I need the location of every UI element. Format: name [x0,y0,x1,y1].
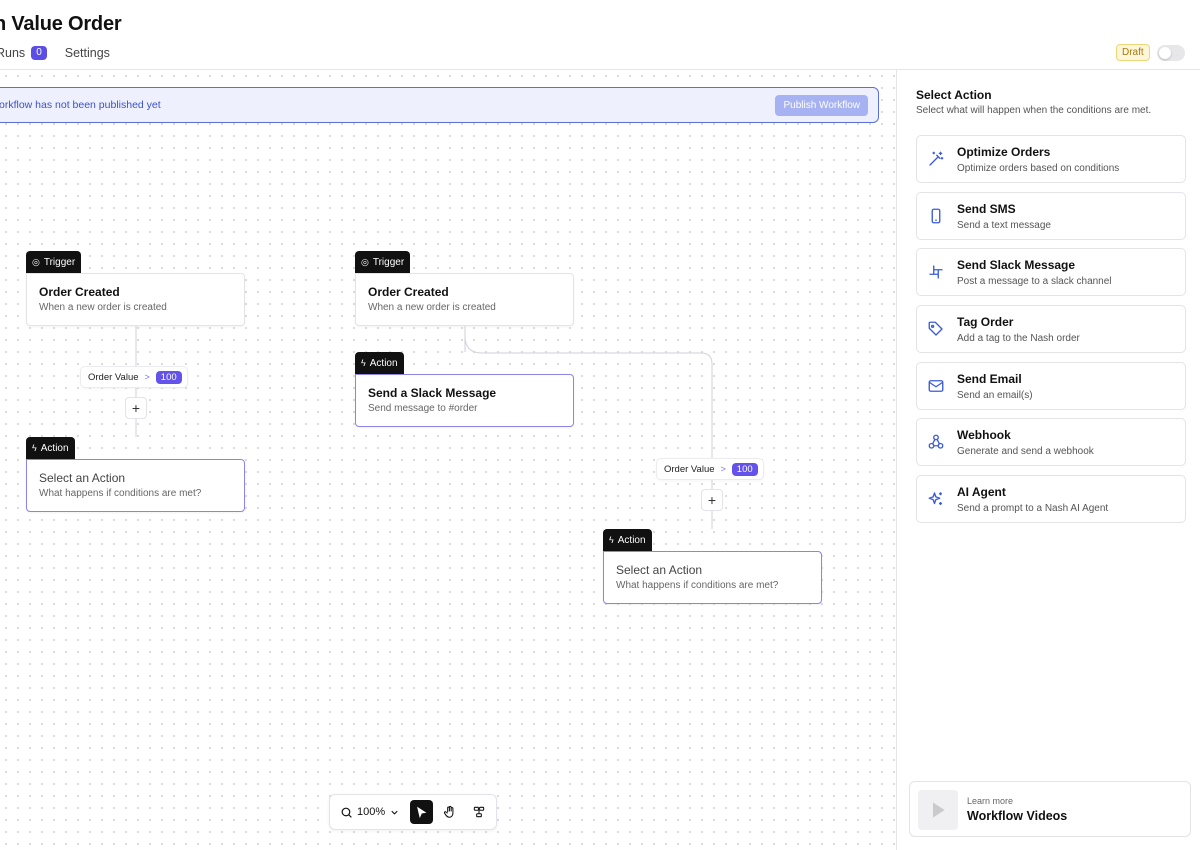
lightning-icon: ϟ [361,358,366,368]
status-badge: Draft [1116,44,1150,61]
action-send-sms[interactable]: Send SMS Send a text message [916,192,1186,240]
action-optimize-orders[interactable]: Optimize Orders Optimize orders based on… [916,135,1186,183]
action-tag-label: Action [617,534,646,546]
add-step-button[interactable]: + [125,397,147,419]
action-title: Send Email [957,372,1022,386]
panel-title: Select Action [916,88,992,102]
phone-icon [931,208,941,224]
chevron-down-icon [391,810,398,815]
action-desc: Add a tag to the Nash order [957,333,1080,344]
action-desc: Generate and send a webhook [957,446,1094,457]
action-desc: Send a text message [957,220,1051,231]
select-tool-button[interactable] [410,800,433,824]
trigger-node-order-created[interactable]: Order Created When a new order is create… [26,273,245,326]
action-tag: ϟ Action [26,437,75,459]
tag-icon [928,321,943,336]
trigger-tag-label: Trigger [43,256,76,268]
trigger-icon: ◎ [32,256,40,267]
mail-icon [928,380,944,392]
node-subtitle: When a new order is created [368,302,496,313]
play-icon [933,802,945,818]
action-title: Send Slack Message [957,258,1076,272]
zoom-dropdown[interactable]: 100% [336,806,404,819]
node-title: Order Created [368,285,449,299]
tab-settings-label: Settings [64,46,110,60]
sparkles-icon [928,492,942,505]
layout-tool-button[interactable] [467,800,490,824]
node-subtitle: Send message to #order [368,403,478,414]
cursor-icon [417,806,427,818]
action-desc: Post a message to a slack channel [957,276,1112,287]
condition-value: 100 [155,370,182,384]
action-tag-label: Action [369,357,398,369]
condition-field: Order Value [88,371,139,383]
action-node-slack-message[interactable]: Send a Slack Message Send message to #or… [355,374,574,427]
action-title: AI Agent [957,485,1006,499]
video-thumbnail [918,790,958,830]
zoom-level: 100% [357,806,386,818]
action-ai-agent[interactable]: AI Agent Send a prompt to a Nash AI Agen… [916,475,1186,523]
action-tag-label: Action [40,442,69,454]
action-desc: Send an email(s) [957,390,1033,401]
action-node-select[interactable]: Select an Action What happens if conditi… [603,551,822,604]
condition-operator: > [144,372,150,382]
action-send-slack-message[interactable]: Send Slack Message Post a message to a s… [916,248,1186,296]
header: h Value Order Runs 0 Settings Draft [0,0,1200,70]
canvas-toolbar: 100% [329,794,497,830]
webhook-icon [928,434,944,449]
condition-order-value[interactable]: Order Value > 100 [80,366,188,388]
panel-subtitle: Select what will happen when the conditi… [916,105,1152,116]
trigger-tag: ◎ Trigger [355,251,411,273]
runs-count-badge: 0 [31,46,47,60]
action-panel: Select Action Select what will happen wh… [896,70,1200,850]
trigger-tag-label: Trigger [372,256,405,268]
tab-runs[interactable]: Runs 0 [0,46,47,60]
learn-more-title: Workflow Videos [967,809,1068,823]
lightning-icon: ϟ [32,443,37,453]
lightning-icon: ϟ [609,535,614,545]
condition-field: Order Value [664,463,715,475]
action-tag-order[interactable]: Tag Order Add a tag to the Nash order [916,305,1186,353]
tab-runs-label: Runs [0,46,26,60]
slack-icon [929,265,943,279]
action-webhook[interactable]: Webhook Generate and send a webhook [916,418,1186,466]
workflow-canvas[interactable]: orkflow has not been published yet Publi… [0,70,896,850]
add-step-button[interactable]: + [701,489,723,511]
hand-icon [444,805,454,818]
toggle-knob [1159,47,1171,59]
node-title: Select an Action [616,563,703,577]
action-title: Tag Order [957,315,1014,329]
trigger-icon: ◎ [361,256,369,267]
page-title: h Value Order [0,13,122,35]
node-subtitle: When a new order is created [39,302,167,313]
action-tag: ϟ Action [603,529,652,551]
search-icon [341,807,352,818]
node-subtitle: What happens if conditions are met? [39,488,202,499]
workflow-videos-card[interactable]: Learn more Workflow Videos [909,781,1191,837]
publish-toggle[interactable] [1157,45,1185,61]
layout-icon [473,806,484,818]
tab-bar: Runs 0 Settings [0,46,128,60]
pan-tool-button[interactable] [439,800,462,824]
action-node-select[interactable]: Select an Action What happens if conditi… [26,459,245,512]
action-title: Webhook [957,428,1011,442]
tab-settings[interactable]: Settings [65,46,110,60]
action-desc: Optimize orders based on conditions [957,163,1120,174]
condition-value: 100 [731,462,758,476]
node-title: Select an Action [39,471,126,485]
action-desc: Send a prompt to a Nash AI Agent [957,503,1109,514]
action-send-email[interactable]: Send Email Send an email(s) [916,362,1186,410]
condition-operator: > [720,464,726,474]
condition-order-value[interactable]: Order Value > 100 [656,458,764,480]
node-title: Send a Slack Message [368,386,497,400]
action-title: Optimize Orders [957,145,1051,159]
node-title: Order Created [39,285,120,299]
node-subtitle: What happens if conditions are met? [616,580,779,591]
action-title: Send SMS [957,202,1016,216]
magic-wand-icon [929,151,944,166]
trigger-node-order-created[interactable]: Order Created When a new order is create… [355,273,574,326]
trigger-tag: ◎ Trigger [26,251,82,273]
learn-more-label: Learn more [967,796,1014,806]
action-tag: ϟ Action [355,352,404,374]
